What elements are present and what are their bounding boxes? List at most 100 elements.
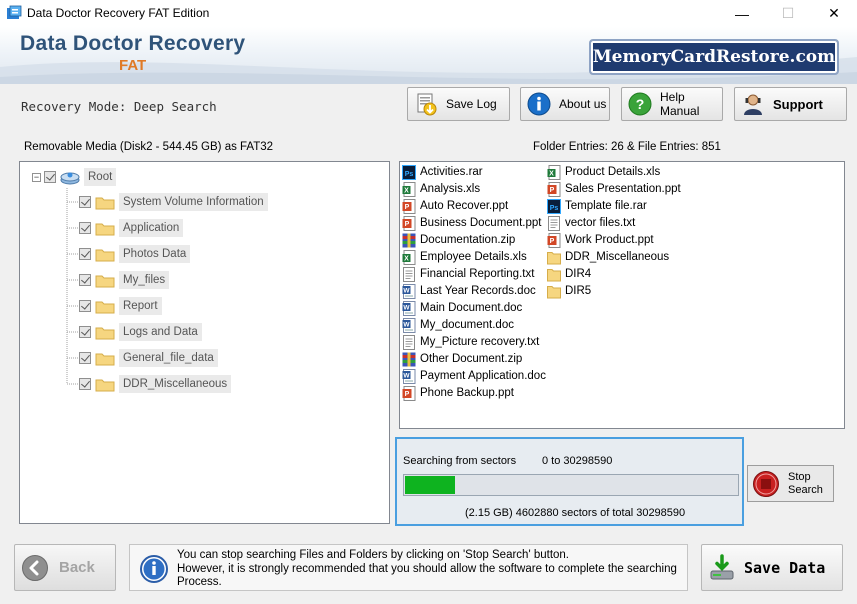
photoshop-icon: Ps — [402, 164, 416, 180]
progress-sectors-label: Searching from sectors — [403, 455, 517, 467]
file-name: Analysis.xls — [420, 183, 481, 195]
maximize-button[interactable]: ☐ — [765, 0, 811, 27]
back-arrow-icon — [22, 554, 48, 581]
file-name: Business Document.ppt — [420, 217, 542, 229]
tree-folder-label: Photos Data — [119, 245, 191, 263]
file-list-item[interactable]: DDR_Miscellaneous — [547, 249, 669, 265]
info-line-1: You can stop searching Files and Folders… — [177, 549, 569, 561]
save-data-button[interactable]: Save Data — [701, 544, 843, 591]
info-icon — [527, 92, 551, 116]
file-list-item[interactable]: DIR4 — [547, 266, 591, 282]
file-list-item[interactable]: W Payment Application.doc — [402, 368, 546, 384]
support-button[interactable]: Support — [734, 87, 847, 121]
tree-root-node[interactable]: − Root — [32, 166, 117, 188]
file-list-item[interactable]: X Product Details.xls — [547, 164, 660, 180]
help-manual-button[interactable]: ? Help Manual — [621, 87, 723, 121]
powerpoint-icon: P — [402, 198, 416, 214]
support-person-icon — [744, 94, 762, 115]
tree-folder-item[interactable]: DDR_Miscellaneous — [79, 373, 232, 395]
header-banner: Data Doctor Recovery FAT MemoryCardResto… — [0, 27, 857, 84]
save-data-label: Save Data — [744, 558, 826, 577]
folder-checkbox[interactable] — [79, 222, 91, 234]
file-name: Auto Recover.ppt — [420, 200, 509, 212]
svg-text:P: P — [550, 238, 555, 245]
stop-search-button[interactable]: Stop Search — [747, 465, 834, 502]
collapse-icon[interactable]: − — [32, 172, 41, 182]
folder-icon — [95, 197, 115, 209]
progress-sector-range: 0 to 30298590 — [542, 455, 613, 467]
folder-checkbox[interactable] — [79, 300, 91, 312]
root-checkbox[interactable] — [44, 171, 56, 183]
file-list-item[interactable]: X Employee Details.xls — [402, 249, 527, 265]
tree-folder-item[interactable]: System Volume Information — [79, 191, 268, 213]
file-list-item[interactable]: W My_document.doc — [402, 317, 514, 333]
file-list-item[interactable]: P Auto Recover.ppt — [402, 198, 508, 214]
back-label: Back — [59, 559, 95, 576]
brand-title: Data Doctor Recovery — [20, 32, 246, 55]
folder-tree[interactable]: − Root System Volume Information Applica… — [19, 161, 390, 524]
tree-folder-label: My_files — [119, 271, 170, 289]
folder-checkbox[interactable] — [79, 196, 91, 208]
file-list-item[interactable]: W Main Document.doc — [402, 300, 522, 316]
tree-folder-item[interactable]: General_file_data — [79, 347, 218, 369]
minimize-button[interactable]: — — [719, 0, 765, 27]
help-manual-label: Help Manual — [660, 90, 700, 118]
file-list-item[interactable]: P Phone Backup.ppt — [402, 385, 514, 401]
file-list-item[interactable]: Ps Activities.rar — [402, 164, 483, 180]
file-name: Activities.rar — [420, 166, 483, 178]
save-log-button[interactable]: Save Log — [407, 87, 510, 121]
folder-checkbox[interactable] — [79, 274, 91, 286]
tree-folder-item[interactable]: My_files — [79, 269, 170, 291]
powerpoint-icon: P — [402, 385, 416, 401]
tree-folder-item[interactable]: Application — [79, 217, 184, 239]
file-list-item[interactable]: Financial Reporting.txt — [402, 266, 534, 282]
tree-folder-item[interactable]: Logs and Data — [79, 321, 202, 343]
file-list-item[interactable]: P Business Document.ppt — [402, 215, 541, 231]
close-button[interactable]: ✕ — [811, 0, 857, 27]
toolbar: Recovery Mode: Deep Search Save Log Abou… — [0, 84, 857, 128]
file-name: My_document.doc — [420, 319, 514, 331]
folder-icon — [547, 251, 561, 264]
word-icon: W — [402, 300, 416, 316]
file-list-item[interactable]: Other Document.zip — [402, 351, 522, 367]
tree-connector-lines — [66, 188, 79, 385]
tree-folder-label: System Volume Information — [119, 193, 268, 211]
file-name: DIR5 — [565, 285, 592, 297]
archive-icon — [402, 352, 416, 366]
folder-checkbox[interactable] — [79, 326, 91, 338]
tree-folder-item[interactable]: Photos Data — [79, 243, 191, 265]
folder-checkbox[interactable] — [79, 378, 91, 390]
about-us-label: About us — [559, 97, 607, 111]
file-list-item[interactable]: P Work Product.ppt — [547, 232, 654, 248]
info-message-text: You can stop searching Files and Folders… — [177, 549, 682, 590]
save-log-icon — [417, 93, 437, 116]
svg-text:X: X — [549, 170, 554, 177]
info-icon — [140, 555, 168, 583]
drive-icon — [60, 172, 80, 185]
file-list-item[interactable]: Ps Template file.rar — [547, 198, 647, 214]
file-list-item[interactable]: My_Picture recovery.txt — [402, 334, 539, 350]
site-badge[interactable]: MemoryCardRestore.com — [589, 39, 839, 75]
save-drive-icon — [710, 553, 734, 579]
file-list-item[interactable]: W Last Year Records.doc — [402, 283, 536, 299]
removable-media-label: Removable Media (Disk2 - 544.45 GB) as F… — [24, 141, 274, 153]
file-list[interactable]: Ps Activities.rar X Analysis.xls P Auto Recov… — [399, 161, 845, 429]
word-icon: W — [402, 317, 416, 333]
back-button[interactable]: Back — [14, 544, 116, 591]
progress-total-label: (2.15 GB) 4602880 sectors of total 30298… — [465, 507, 686, 519]
powerpoint-icon: P — [547, 181, 561, 197]
file-list-item[interactable]: X Analysis.xls — [402, 181, 480, 197]
folder-icon — [95, 249, 115, 261]
about-us-button[interactable]: About us — [520, 87, 610, 121]
file-list-item[interactable]: P Sales Presentation.ppt — [547, 181, 681, 197]
file-list-item[interactable]: vector files.txt — [547, 215, 635, 231]
file-name: Employee Details.xls — [420, 251, 527, 263]
tree-folder-item[interactable]: Report — [79, 295, 162, 317]
file-list-item[interactable]: Documentation.zip — [402, 232, 515, 248]
folder-checkbox[interactable] — [79, 352, 91, 364]
file-name: DDR_Miscellaneous — [565, 251, 670, 263]
folder-checkbox[interactable] — [79, 248, 91, 260]
file-name: Sales Presentation.ppt — [565, 183, 681, 195]
title-bar: Data Doctor Recovery FAT Edition — ☐ ✕ — [0, 0, 857, 27]
file-list-item[interactable]: DIR5 — [547, 283, 591, 299]
